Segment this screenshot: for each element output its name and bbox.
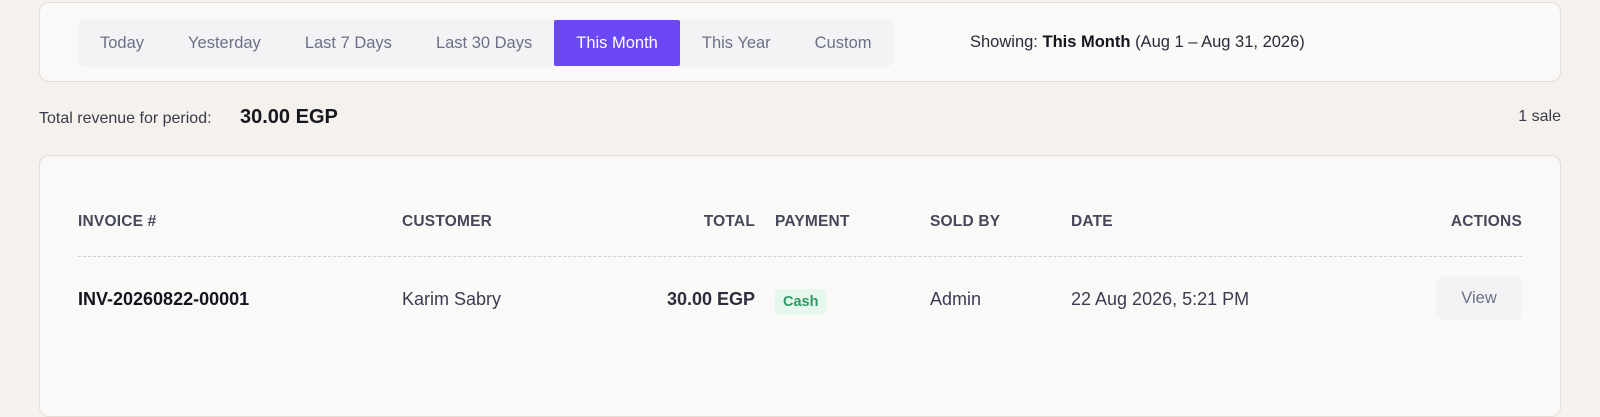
cell-customer: Karim Sabry [402, 289, 502, 309]
header-invoice: INVOICE # [78, 213, 157, 230]
showing-range: (Aug 1 – Aug 31, 2026) [1135, 33, 1305, 51]
sales-table: INVOICE # CUSTOMER TOTAL PAYMENT SOLD BY… [39, 155, 1561, 417]
date-filter-card: Today Yesterday Last 7 Days Last 30 Days… [39, 2, 1561, 82]
header-date: DATE [1071, 213, 1113, 230]
date-range-segmented-control: Today Yesterday Last 7 Days Last 30 Days… [78, 19, 894, 67]
total-revenue-label: Total revenue for period: [39, 110, 212, 127]
header-customer: CUSTOMER [402, 213, 493, 230]
showing-value: This Month [1042, 33, 1131, 51]
filter-this-month-button[interactable]: This Month [554, 20, 680, 66]
cell-total: 30.00 EGP [666, 289, 755, 309]
view-button[interactable]: View [1436, 276, 1522, 320]
cell-date: 22 Aug 2026, 5:21 PM [1071, 289, 1250, 309]
filter-today-button[interactable]: Today [78, 20, 166, 66]
cell-invoice[interactable]: INV-20260822-00001 [78, 289, 249, 310]
filter-last-7-days-button[interactable]: Last 7 Days [283, 20, 414, 66]
header-payment: PAYMENT [775, 213, 850, 230]
filter-custom-button[interactable]: Custom [793, 20, 894, 66]
header-actions: ACTIONS [1450, 213, 1522, 230]
filter-this-year-button[interactable]: This Year [680, 20, 793, 66]
cell-sold-by: Admin [930, 289, 982, 309]
showing-label: Showing: [970, 33, 1038, 51]
total-revenue-value: 30.00 EGP [240, 106, 338, 128]
header-total: TOTAL [703, 213, 755, 230]
payment-badge: Cash [775, 289, 827, 315]
showing-period-text: Showing: This Month (Aug 1 – Aug 31, 202… [970, 33, 1305, 52]
sale-count: 1 sale [1518, 108, 1561, 125]
filter-yesterday-button[interactable]: Yesterday [166, 20, 283, 66]
header-divider [78, 256, 1522, 257]
filter-last-30-days-button[interactable]: Last 30 Days [414, 20, 554, 66]
header-sold-by: SOLD BY [930, 213, 1001, 230]
